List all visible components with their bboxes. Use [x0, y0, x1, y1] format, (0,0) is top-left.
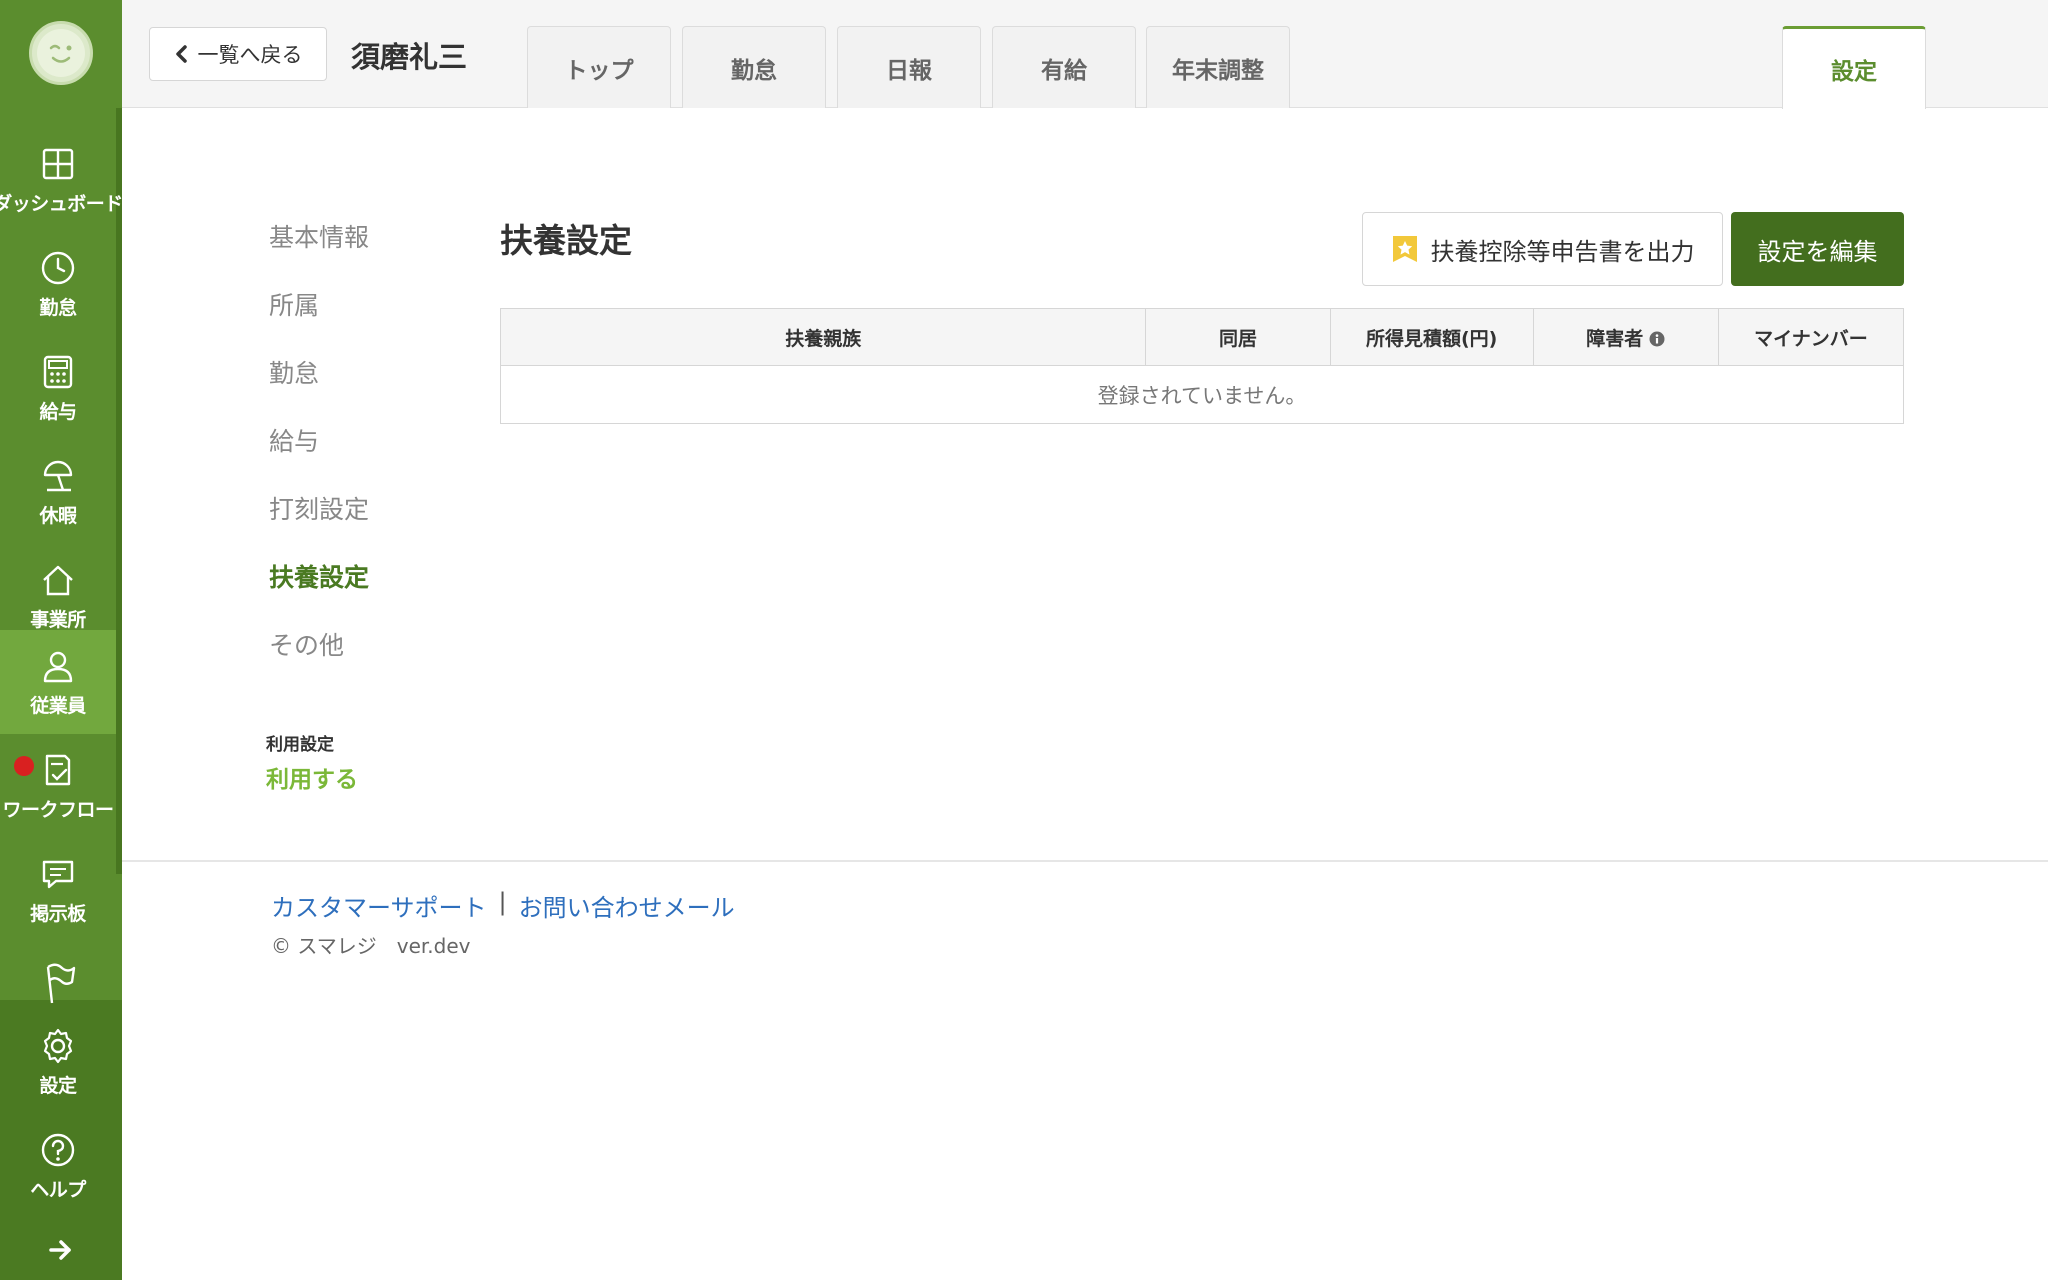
- copyright-text: © スマレジ ver.dev: [271, 934, 471, 958]
- back-to-list-button[interactable]: 一覧へ戻る: [149, 27, 327, 81]
- clock-icon: [41, 251, 75, 284]
- rail-label: 従業員: [30, 694, 86, 717]
- tab-year-end[interactable]: 年末調整: [1146, 26, 1290, 108]
- tab-daily-report[interactable]: 日報: [837, 26, 981, 108]
- chevron-left-icon: [175, 45, 187, 63]
- rail-label: ワークフロー: [2, 798, 114, 821]
- expand-rail-button[interactable]: [0, 1232, 122, 1268]
- rail-item-employees[interactable]: 従業員: [0, 630, 116, 734]
- tab-attendance[interactable]: 勤怠: [682, 26, 826, 108]
- rail-label: 掲示板: [30, 902, 86, 925]
- column-disability-label: 障害者: [1586, 327, 1644, 350]
- rail-label: 給与: [39, 400, 77, 423]
- rail-item-attendance[interactable]: 勤怠: [0, 232, 116, 336]
- user-avatar[interactable]: [29, 21, 93, 85]
- side-rail: ダッシュボード 勤怠 給与 休暇 事業所 従業員 ワークフロー 掲示板 設定 ヘ…: [0, 0, 123, 1280]
- home-icon: [43, 565, 73, 595]
- gear-icon: [43, 1028, 73, 1063]
- footer-separator: |: [498, 888, 507, 916]
- flag-icon: [46, 963, 76, 1004]
- customer-support-link[interactable]: カスタマーサポート: [271, 888, 487, 923]
- header-bar: 一覧へ戻る 須磨礼三 トップ 勤怠 日報 有給 年末調整 設定: [122, 0, 2048, 109]
- subnav-attendance[interactable]: 勤怠: [269, 354, 319, 390]
- dependents-table: 扶養親族 同居 所得見積額(円) 障害者 マイナンバー 登録されていません。: [499, 308, 1905, 424]
- arrow-right-icon: [49, 1240, 71, 1260]
- empty-message: 登録されていません。: [500, 365, 1904, 424]
- calculator-icon: [43, 355, 73, 388]
- page-title: 扶養設定: [500, 221, 632, 260]
- usage-setting-value[interactable]: 利用する: [266, 760, 358, 794]
- edit-settings-button[interactable]: 設定を編集: [1731, 212, 1904, 286]
- rail-label: 勤怠: [39, 296, 77, 319]
- output-declaration-button[interactable]: 扶養控除等申告書を出力: [1362, 212, 1723, 286]
- rail-item-leave[interactable]: 休暇: [0, 440, 116, 544]
- employee-name: 須磨礼三: [351, 40, 468, 74]
- rail-item-workflow[interactable]: ワークフロー: [0, 734, 116, 838]
- rail-label: 事業所: [30, 608, 86, 631]
- rail-label: 設定: [39, 1074, 77, 1097]
- subnav-payroll[interactable]: 給与: [269, 422, 319, 458]
- rail-item-dashboard[interactable]: ダッシュボード: [0, 128, 123, 232]
- chat-icon: [42, 860, 74, 888]
- tab-top[interactable]: トップ: [527, 26, 671, 108]
- usage-setting-label: 利用設定: [266, 735, 334, 755]
- info-icon[interactable]: [1649, 331, 1665, 347]
- output-button-label: 扶養控除等申告書を出力: [1430, 237, 1695, 266]
- rail-edge: [116, 108, 122, 874]
- column-my-number: マイナンバー: [1717, 308, 1905, 366]
- column-disability: 障害者: [1532, 308, 1719, 366]
- workflow-icon: [45, 754, 71, 785]
- back-button-label: 一覧へ戻る: [197, 43, 303, 67]
- tab-settings[interactable]: 設定: [1782, 26, 1926, 109]
- table-header-row: 扶養親族 同居 所得見積額(円) 障害者 マイナンバー: [499, 308, 1905, 366]
- help-icon: [41, 1133, 75, 1166]
- column-cohabiting: 同居: [1145, 308, 1331, 366]
- rail-label: ヘルプ: [30, 1178, 86, 1201]
- rail-item-settings[interactable]: 設定: [0, 1010, 116, 1114]
- rail-item-help[interactable]: ヘルプ: [0, 1114, 116, 1218]
- dashboard-icon: [42, 148, 74, 179]
- tab-paid-leave[interactable]: 有給: [992, 26, 1136, 108]
- subnav-affiliation[interactable]: 所属: [269, 286, 319, 322]
- footer-divider: [122, 860, 2048, 862]
- rail-item-flag[interactable]: [0, 955, 116, 1005]
- umbrella-icon: [43, 460, 73, 491]
- star-badge-icon: [1392, 236, 1417, 262]
- column-estimated-income: 所得見積額(円): [1329, 308, 1534, 366]
- column-dependent: 扶養親族: [499, 308, 1147, 366]
- rail-item-board[interactable]: 掲示板: [0, 838, 116, 942]
- subnav-stamp-settings[interactable]: 打刻設定: [269, 490, 369, 526]
- subnav-basic-info[interactable]: 基本情報: [269, 218, 369, 254]
- rail-label: ダッシュボード: [0, 192, 123, 215]
- subnav-other[interactable]: その他: [269, 626, 344, 662]
- rail-label: 休暇: [39, 504, 77, 527]
- rail-item-payroll[interactable]: 給与: [0, 336, 116, 440]
- person-icon: [43, 651, 73, 682]
- table-row: 登録されていません。: [500, 365, 1904, 424]
- wink-face-icon: [37, 29, 85, 77]
- footer-links: カスタマーサポート | お問い合わせメール: [271, 888, 735, 923]
- contact-mail-link[interactable]: お問い合わせメール: [519, 888, 735, 923]
- subnav-dependents[interactable]: 扶養設定: [269, 558, 369, 594]
